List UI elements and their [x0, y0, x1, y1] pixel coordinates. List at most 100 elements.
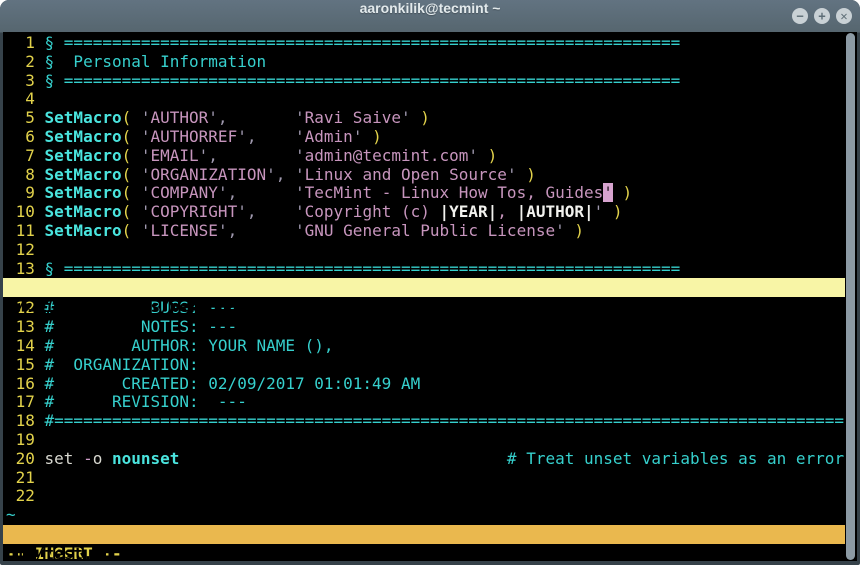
- buffer-line[interactable]: 14 # AUTHOR: YOUR NAME (),: [6, 337, 857, 356]
- statusline-top-pos: Top: [814, 335, 843, 354]
- code-segment: ': [131, 127, 150, 146]
- line-number: 16: [6, 374, 45, 393]
- code-segment: COMPANY: [151, 183, 218, 202]
- code-segment: ',: [237, 202, 256, 221]
- buffer-line[interactable]: 18 #====================================…: [6, 412, 857, 431]
- buffer-line[interactable]: 11 SetMacro( 'LICENSE', 'GNU General Pub…: [6, 222, 857, 241]
- maximize-icon[interactable]: +: [814, 8, 830, 24]
- buffer-line[interactable]: 17 # REVISION: ---: [6, 393, 857, 412]
- scrollbar-thumb[interactable]: [846, 33, 855, 560]
- code-segment: § ======================================…: [45, 71, 681, 90]
- buffer-line[interactable]: 22: [6, 487, 857, 506]
- code-segment: [228, 108, 295, 127]
- code-segment: [285, 165, 295, 184]
- buffer-line[interactable]: 8 SetMacro( 'ORGANIZATION', 'Linux and O…: [6, 166, 857, 185]
- code-segment: |YEAR|: [440, 202, 498, 221]
- line-number: 3: [6, 71, 45, 90]
- code-segment: (: [122, 165, 132, 184]
- code-segment: set: [45, 449, 84, 468]
- code-segment: [256, 127, 295, 146]
- buffer-line[interactable]: 4: [6, 90, 857, 109]
- code-segment: ORGANIZATION: [151, 165, 267, 184]
- terminal-content: 1 § ====================================…: [3, 32, 857, 561]
- line-number: 21: [6, 468, 45, 487]
- code-segment: (: [122, 108, 132, 127]
- code-segment: ': [353, 127, 363, 146]
- code-segment: ): [613, 183, 632, 202]
- statusline-top-file: ~/.vim/templates/personal.templates [+]: [6, 297, 382, 316]
- code-segment: (: [122, 202, 132, 221]
- code-segment: admin@tecmint.com: [305, 146, 469, 165]
- code-segment: ',: [208, 108, 227, 127]
- code-segment: ': [295, 183, 305, 202]
- buffer-line[interactable]: 13 # NOTES: ---: [6, 318, 857, 337]
- buffer-line[interactable]: 20 set -o nounset # Treat unset variable…: [6, 450, 857, 469]
- code-segment: ',: [199, 146, 218, 165]
- code-segment: SetMacro: [45, 202, 122, 221]
- code-segment: ': [507, 165, 517, 184]
- buffer-line[interactable]: 7 SetMacro( 'EMAIL', 'admin@tecmint.com'…: [6, 147, 857, 166]
- line-number: 13: [6, 259, 45, 278]
- code-segment: # ORGANIZATION:: [45, 355, 199, 374]
- buffer-line[interactable]: 12: [6, 241, 857, 260]
- code-segment: SetMacro: [45, 146, 122, 165]
- code-segment: AUTHOR: [151, 108, 209, 127]
- line-number: 18: [6, 411, 45, 430]
- buffer-line[interactable]: 3 § ====================================…: [6, 72, 857, 91]
- vim-window-top: 1 § ====================================…: [3, 32, 857, 278]
- code-segment: TecMint - Linux How Tos, Guides: [305, 183, 604, 202]
- code-segment: GNU General Public License: [305, 221, 555, 240]
- line-number: 6: [6, 127, 45, 146]
- minimize-icon[interactable]: −: [792, 8, 808, 24]
- close-icon[interactable]: ✕: [836, 8, 852, 24]
- code-segment: Linux and Open Source: [305, 165, 507, 184]
- code-segment: ': [295, 146, 305, 165]
- line-number: 4: [6, 89, 45, 108]
- buffer-line[interactable]: 19: [6, 431, 857, 450]
- statusline-bottom-file: bin/test.sh: [6, 544, 112, 561]
- buffer-line[interactable]: 10 SetMacro( 'COPYRIGHT', 'Copyright (c)…: [6, 203, 857, 222]
- line-number: 7: [6, 146, 45, 165]
- buffer-line[interactable]: 5 SetMacro( 'AUTHOR', 'Ravi Saive' ): [6, 109, 857, 128]
- line-number: 8: [6, 165, 45, 184]
- code-segment: SetMacro: [45, 165, 122, 184]
- code-segment: ',: [218, 221, 237, 240]
- code-segment: ): [565, 221, 584, 240]
- code-segment: # CREATED: 02/09/2017 01:01:49 AM: [45, 374, 421, 393]
- code-segment: [218, 146, 295, 165]
- code-segment: (: [122, 146, 132, 165]
- vim-window-bottom: 12 # BUGS: --- 13 # NOTES: --- 14 # AUTH…: [3, 297, 857, 525]
- code-segment: ': [295, 165, 305, 184]
- buffer-line[interactable]: 1 § ====================================…: [6, 34, 857, 53]
- buffer-line[interactable]: 13 § ===================================…: [6, 260, 857, 279]
- buffer-line[interactable]: 2 § Personal Information: [6, 53, 857, 72]
- buffer-line[interactable]: ~: [6, 506, 857, 525]
- line-number: 19: [6, 430, 45, 449]
- buffer-line[interactable]: 16 # CREATED: 02/09/2017 01:01:49 AM: [6, 375, 857, 394]
- code-segment: [179, 449, 507, 468]
- code-segment: Copyright (c): [305, 202, 440, 221]
- code-segment: # AUTHOR: YOUR NAME (),: [45, 336, 334, 355]
- buffer-line[interactable]: 15 # ORGANIZATION:: [6, 356, 857, 375]
- code-segment: SetMacro: [45, 127, 122, 146]
- code-segment: ': [295, 127, 305, 146]
- window-titlebar[interactable]: aaronkilik@tecmint ~ − + ✕: [0, 0, 860, 33]
- code-segment: ': [131, 183, 150, 202]
- code-segment: ',: [218, 183, 237, 202]
- code-segment: [256, 202, 295, 221]
- code-segment: ': [131, 146, 150, 165]
- code-segment: (: [122, 221, 132, 240]
- code-segment: ': [295, 221, 305, 240]
- code-segment: ): [411, 108, 430, 127]
- code-segment: ': [594, 202, 604, 221]
- buffer-line[interactable]: 9 SetMacro( 'COMPANY', 'TecMint - Linux …: [6, 184, 857, 203]
- code-segment: nounset: [112, 449, 179, 468]
- code-segment: EMAIL: [151, 146, 199, 165]
- buffer-line[interactable]: 21: [6, 469, 857, 488]
- line-number: 12: [6, 240, 45, 259]
- code-segment: § ======================================…: [45, 33, 681, 52]
- code-segment: ~: [6, 505, 16, 524]
- buffer-line[interactable]: 6 SetMacro( 'AUTHORREF', 'Admin' ): [6, 128, 857, 147]
- code-segment: ': [131, 165, 150, 184]
- code-segment: Ravi Saive: [305, 108, 401, 127]
